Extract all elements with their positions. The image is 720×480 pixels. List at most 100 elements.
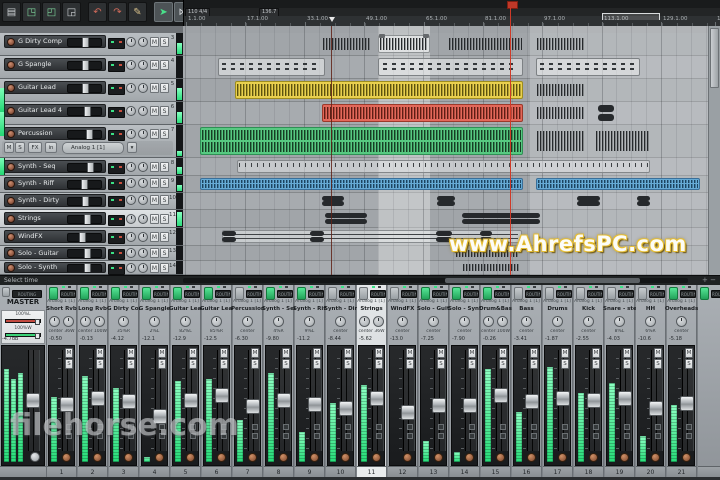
mute-button[interactable]: M — [150, 263, 159, 273]
solo-button[interactable]: S — [160, 162, 169, 172]
mixer-strip[interactable]: ROUTINGAnalog 1 [1]G Spangle2%L-12.1MS4 — [140, 285, 170, 477]
phase-button[interactable] — [500, 433, 506, 439]
solo-button[interactable]: S — [189, 359, 197, 369]
record-arm-button[interactable] — [682, 453, 691, 462]
width-knob[interactable] — [63, 316, 74, 327]
record-arm-button[interactable] — [7, 249, 15, 257]
env-button[interactable] — [593, 424, 599, 430]
phase-button[interactable] — [562, 433, 568, 439]
mixer-strip[interactable]: ROUTINGAnalog 1 [1]WindFXcenter-13.0MS12 — [388, 285, 418, 477]
media-item[interactable] — [322, 195, 344, 207]
solo-button[interactable]: S — [313, 359, 321, 369]
io-button[interactable] — [108, 249, 125, 260]
volume-slider[interactable] — [67, 197, 102, 206]
media-item[interactable] — [235, 81, 523, 99]
phase-button[interactable] — [376, 433, 382, 439]
edit-cursor-flag[interactable] — [329, 17, 335, 22]
mixer-strip[interactable]: ROUTINGAnalog 1 [1]Snare - stem8%L-4.03M… — [605, 285, 635, 477]
input-label[interactable]: Analog 1 [1] — [140, 299, 168, 304]
record-arm-button[interactable] — [124, 453, 133, 462]
volume-slider[interactable] — [67, 215, 102, 224]
mute-button[interactable]: M — [150, 178, 159, 188]
input-label[interactable]: Analog 1 [1] — [202, 299, 230, 304]
routing-button[interactable]: ROUTING — [370, 290, 386, 298]
input-label[interactable]: Analog 1 [1] — [450, 299, 478, 304]
pan-knob[interactable] — [428, 316, 439, 327]
media-item[interactable] — [462, 212, 540, 225]
pan-knob[interactable] — [397, 316, 408, 327]
io-button[interactable] — [108, 107, 125, 118]
mute-button[interactable]: M — [282, 348, 290, 358]
pan-knob[interactable] — [552, 316, 563, 327]
track-panel-row[interactable]: G SpangleMS4 — [0, 56, 183, 79]
solo-button[interactable]: S — [344, 359, 352, 369]
mute-button[interactable]: M — [623, 348, 631, 358]
solo-button[interactable]: S — [654, 359, 662, 369]
solo-button[interactable]: S — [160, 37, 169, 47]
input-label[interactable]: Analog 1 [1] — [78, 299, 106, 304]
env-button[interactable] — [655, 424, 661, 430]
pan-knob[interactable] — [242, 316, 253, 327]
media-item[interactable] — [218, 58, 325, 76]
record-arm-button[interactable] — [155, 453, 164, 462]
input-label[interactable]: Analog 1 [1] — [388, 299, 416, 304]
fader-thumb[interactable] — [432, 398, 446, 413]
track-panel-row[interactable]: WindFXMS12 — [0, 228, 183, 246]
track-panel-row[interactable]: Synth - DirtyMS10 — [0, 193, 183, 210]
env-button[interactable] — [562, 424, 568, 430]
width-knob[interactable] — [138, 178, 148, 188]
volume-slider-thumb[interactable] — [84, 214, 91, 226]
fader-thumb[interactable] — [556, 391, 570, 406]
pan-knob[interactable] — [118, 316, 129, 327]
mixer-strip[interactable]: ROUTINGAnalog 1 [1]Solo - Guitarcenter-7… — [419, 285, 449, 477]
record-arm-button[interactable] — [527, 453, 536, 462]
fader-thumb[interactable] — [277, 393, 291, 408]
track-panel-row[interactable]: Synth - RiffMS9 — [0, 176, 183, 193]
mixer-strip[interactable]: ROUTINGAnalog 1 [1]Synth - Riff9%L-11.2M… — [295, 285, 325, 477]
solo-button[interactable]: S — [160, 106, 169, 116]
width-knob[interactable] — [138, 232, 148, 242]
input-label[interactable]: Analog 1 [1] — [419, 299, 447, 304]
input-label[interactable]: Analog 1 [1] — [512, 299, 540, 304]
volume-slider[interactable] — [67, 84, 102, 93]
solo-button[interactable]: S — [160, 129, 169, 139]
fader-thumb[interactable] — [463, 398, 477, 413]
record-arm-button[interactable] — [310, 453, 319, 462]
fader-thumb[interactable] — [494, 388, 508, 403]
solo-button[interactable]: S — [530, 359, 538, 369]
media-item[interactable] — [462, 263, 520, 272]
mute-button[interactable]: M — [592, 348, 600, 358]
phase-button[interactable] — [407, 433, 413, 439]
mute-button[interactable]: M — [654, 348, 662, 358]
pan-knob[interactable] — [126, 83, 136, 93]
fader-thumb[interactable] — [618, 391, 632, 406]
media-item[interactable] — [536, 58, 640, 76]
io-button[interactable] — [108, 163, 125, 174]
mute-button[interactable]: M — [344, 348, 352, 358]
pan-knob[interactable] — [676, 316, 687, 327]
env-button[interactable] — [283, 424, 289, 430]
env-button[interactable] — [531, 424, 537, 430]
track-name[interactable]: WindFX — [18, 232, 43, 240]
phase-button[interactable] — [438, 433, 444, 439]
media-item[interactable] — [637, 195, 650, 207]
solo-button[interactable]: S — [375, 359, 383, 369]
media-item[interactable] — [310, 230, 324, 243]
env-button[interactable] — [345, 424, 351, 430]
pan-knob[interactable] — [126, 178, 136, 188]
volume-slider-thumb[interactable] — [82, 196, 89, 208]
mixer-strip[interactable]: ROUTINGAnalog 1 [1]Kickcenter-2.55MS18 — [574, 285, 604, 477]
routing-button[interactable]: ROUTING — [153, 290, 169, 298]
record-arm-button[interactable] — [7, 61, 15, 69]
routing-button[interactable]: ROUTING — [525, 290, 541, 298]
volume-slider-thumb[interactable] — [82, 83, 89, 95]
routing-button[interactable]: ROUTING — [494, 290, 510, 298]
fx-button[interactable]: FX — [28, 142, 42, 153]
env-button[interactable] — [314, 424, 320, 430]
record-arm-button[interactable] — [620, 453, 629, 462]
volume-slider-thumb[interactable] — [81, 179, 88, 191]
mixer-strip[interactable]: ROUTINGAnalog 1 [1]HH6%R-10.6MS20 — [636, 285, 666, 477]
media-item[interactable] — [536, 35, 586, 53]
mixer-strip[interactable]: ROUTINGAnalog 1 [1]Drum&Basscenter 100W-… — [481, 285, 511, 477]
mute-button[interactable]: M — [220, 348, 228, 358]
